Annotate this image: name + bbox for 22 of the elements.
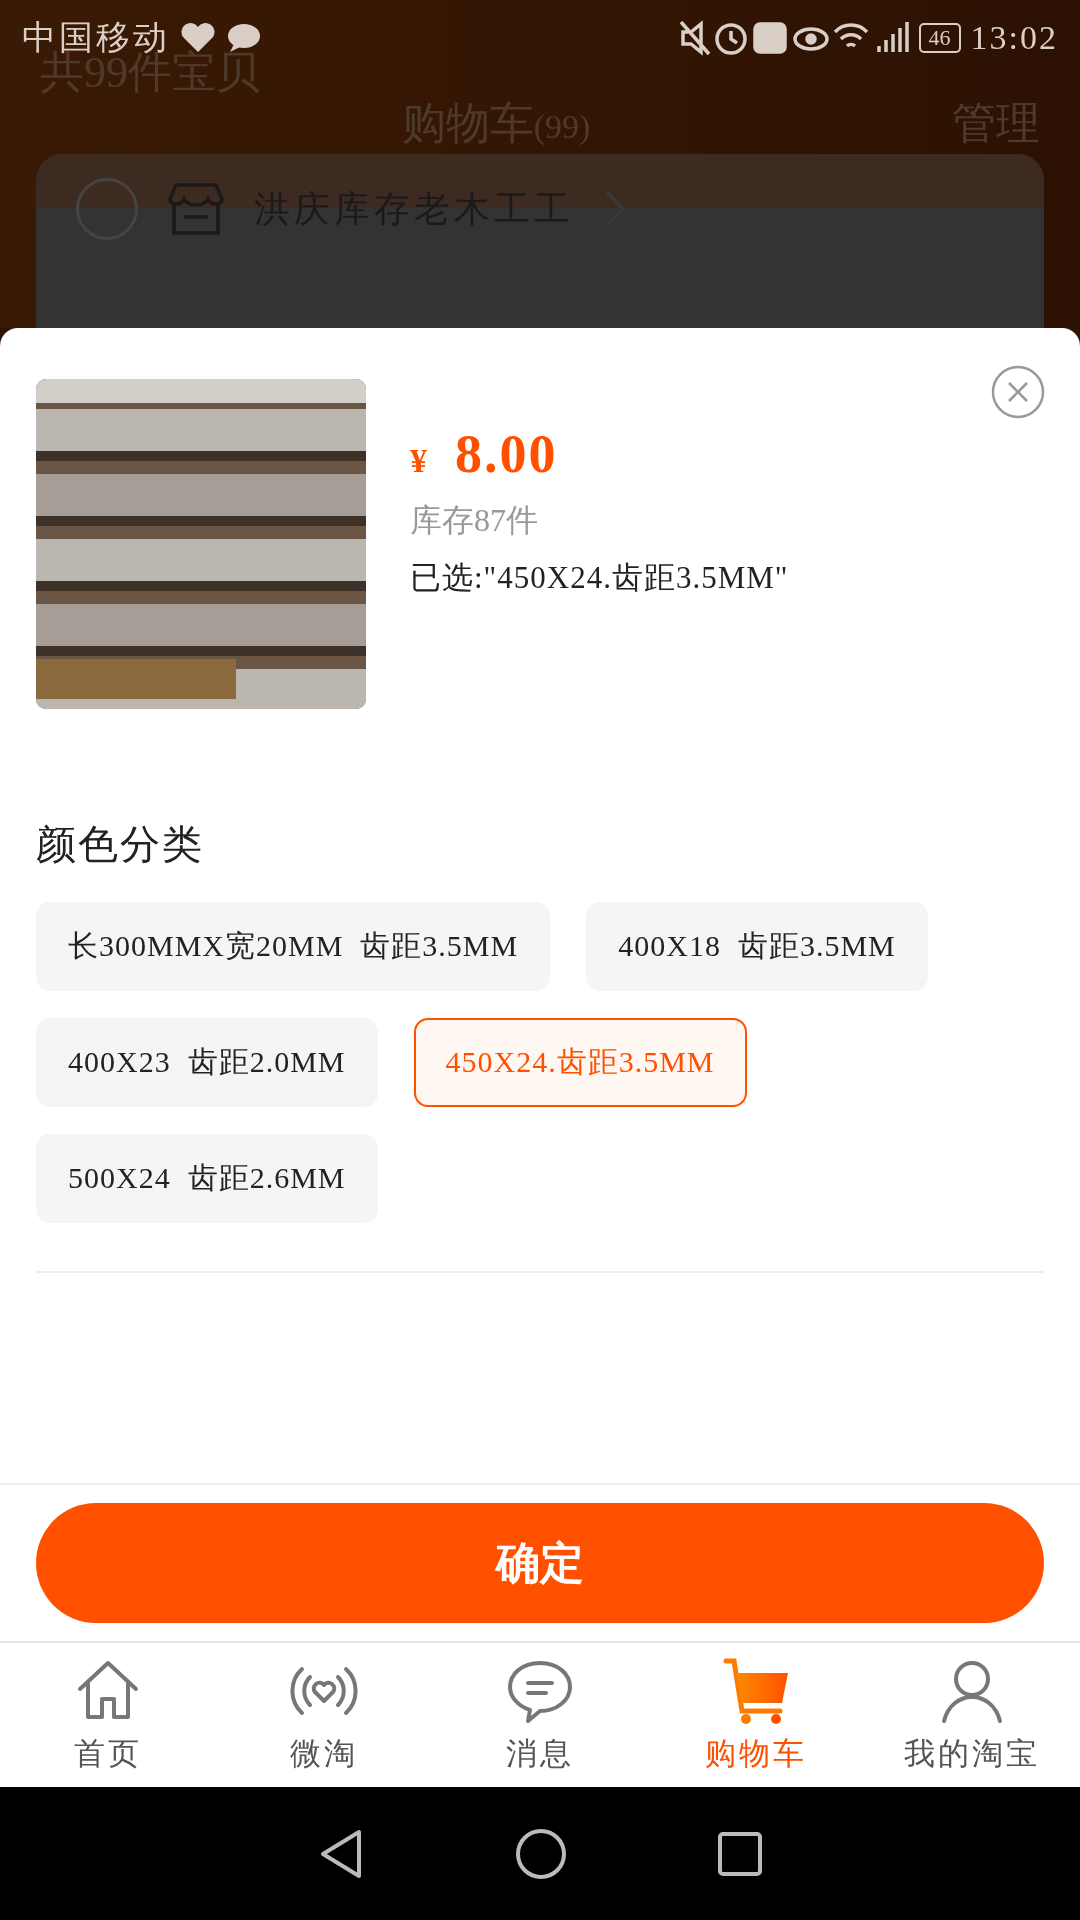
close-icon[interactable]: [990, 364, 1046, 420]
clock-time: 13:02: [970, 19, 1058, 57]
option-chip[interactable]: 400X18 齿距3.5MM: [586, 902, 928, 991]
option-group-title: 颜色分类: [36, 821, 205, 869]
option-chip[interactable]: 长300MMX宽20MM 齿距3.5MM: [36, 902, 551, 991]
option-chip[interactable]: 400X23 齿距2.0MM: [36, 1018, 378, 1107]
home-button-icon[interactable]: [515, 1827, 567, 1880]
selected-option-text: 已选:"450X24.齿距3.5MM": [410, 559, 789, 597]
battery-level: 46: [918, 23, 961, 53]
price: 8.00: [455, 423, 558, 485]
tab-item[interactable]: 我的淘宝: [864, 1643, 1080, 1787]
shop-radio[interactable]: [76, 178, 138, 240]
currency-symbol: ¥: [410, 442, 427, 480]
tab-item[interactable]: 微淘: [216, 1643, 432, 1787]
tab-item[interactable]: 首页: [0, 1643, 216, 1787]
store-icon: [168, 183, 224, 235]
tab-item[interactable]: 消息: [432, 1643, 648, 1787]
chat-icon: [226, 22, 262, 54]
option-chip[interactable]: 500X24 齿距2.6MM: [36, 1134, 378, 1223]
recents-icon[interactable]: [717, 1830, 763, 1877]
stock-count: 库存87件: [410, 501, 539, 540]
chevron-right-icon: [604, 189, 626, 229]
